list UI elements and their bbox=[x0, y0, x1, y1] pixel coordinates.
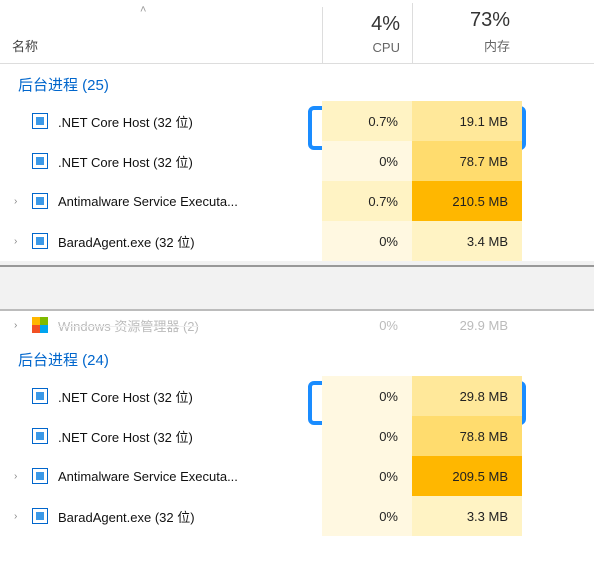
process-cpu-value: 0% bbox=[322, 376, 412, 416]
application-icon bbox=[32, 153, 48, 169]
process-memory-value: 3.4 MB bbox=[412, 221, 522, 261]
expand-icon[interactable]: › bbox=[14, 196, 22, 207]
cpu-total-percent: 4% bbox=[371, 13, 400, 36]
process-section-1: 后台进程 (25) .NET Core Host (32 位) 0.7%19.1 … bbox=[0, 64, 594, 261]
process-cpu-value: 0% bbox=[322, 496, 412, 536]
application-icon bbox=[32, 113, 48, 129]
process-memory-value: 209.5 MB bbox=[412, 456, 522, 496]
process-memory-value: 19.1 MB bbox=[412, 101, 522, 141]
process-name-label: BaradAgent.exe (32 位) bbox=[58, 232, 195, 251]
process-cpu-value: 0% bbox=[322, 416, 412, 456]
process-name-cell: › Antimalware Service Executa... bbox=[0, 468, 322, 484]
process-memory-value: 29.9 MB bbox=[412, 311, 522, 339]
name-column-header[interactable]: 名称 bbox=[0, 36, 322, 63]
process-cpu-value: 0% bbox=[322, 311, 412, 339]
partial-cut-row: › Windows 资源管理器 (2) 0% 29.9 MB bbox=[0, 311, 594, 339]
section-header[interactable]: 后台进程 (24) bbox=[0, 339, 594, 376]
process-memory-value: 3.3 MB bbox=[412, 496, 522, 536]
process-name-cell: › BaradAgent.exe (32 位) bbox=[0, 232, 322, 251]
process-cpu-value: 0% bbox=[322, 456, 412, 496]
process-name-cell: › BaradAgent.exe (32 位) bbox=[0, 507, 322, 526]
process-name-label: Antimalware Service Executa... bbox=[58, 194, 238, 209]
process-memory-value: 78.7 MB bbox=[412, 141, 522, 181]
process-row[interactable]: .NET Core Host (32 位) 0.7%19.1 MB bbox=[0, 101, 594, 141]
process-name-cell: .NET Core Host (32 位) bbox=[0, 152, 322, 171]
process-cpu-value: 0% bbox=[322, 221, 412, 261]
application-icon bbox=[32, 428, 48, 444]
application-icon bbox=[32, 388, 48, 404]
process-name-cell: .NET Core Host (32 位) bbox=[0, 387, 322, 406]
process-name-cell: › Antimalware Service Executa... bbox=[0, 193, 322, 209]
process-row[interactable]: › BaradAgent.exe (32 位) 0%3.4 MB bbox=[0, 221, 594, 261]
process-memory-value: 78.8 MB bbox=[412, 416, 522, 456]
windows-icon bbox=[32, 317, 48, 333]
memory-total-percent: 73% bbox=[470, 9, 510, 32]
screenshot-split-divider bbox=[0, 261, 594, 311]
process-name-label: .NET Core Host (32 位) bbox=[58, 427, 193, 446]
expand-icon[interactable]: › bbox=[14, 236, 22, 247]
process-name-label: .NET Core Host (32 位) bbox=[58, 112, 193, 131]
process-name-label: Windows 资源管理器 (2) bbox=[58, 316, 199, 335]
process-cpu-value: 0% bbox=[322, 141, 412, 181]
process-row[interactable]: › Antimalware Service Executa... 0.7%210.5… bbox=[0, 181, 594, 221]
process-memory-value: 29.8 MB bbox=[412, 376, 522, 416]
process-name-label: Antimalware Service Executa... bbox=[58, 469, 238, 484]
sort-indicator-icon: ˄ bbox=[140, 4, 146, 16]
process-name-label: BaradAgent.exe (32 位) bbox=[58, 507, 195, 526]
column-headers: ˄ 名称 4% CPU 73% 内存 bbox=[0, 0, 594, 64]
expand-icon[interactable]: › bbox=[14, 511, 22, 522]
application-icon bbox=[32, 233, 48, 249]
process-cpu-value: 0.7% bbox=[322, 181, 412, 221]
application-icon bbox=[32, 508, 48, 524]
process-name-label: .NET Core Host (32 位) bbox=[58, 152, 193, 171]
process-cpu-value: 0.7% bbox=[322, 101, 412, 141]
process-row[interactable]: › Antimalware Service Executa... 0%209.5 M… bbox=[0, 456, 594, 496]
process-name-cell: .NET Core Host (32 位) bbox=[0, 427, 322, 446]
name-column-label: 名称 bbox=[12, 36, 38, 55]
section-header[interactable]: 后台进程 (25) bbox=[0, 64, 594, 101]
memory-column-header[interactable]: 73% 内存 bbox=[412, 3, 522, 63]
application-icon bbox=[32, 193, 48, 209]
process-row[interactable]: .NET Core Host (32 位) 0%29.8 MB bbox=[0, 376, 594, 416]
cpu-column-header[interactable]: 4% CPU bbox=[322, 7, 412, 63]
process-row[interactable]: .NET Core Host (32 位) 0%78.8 MB bbox=[0, 416, 594, 456]
process-memory-value: 210.5 MB bbox=[412, 181, 522, 221]
process-row[interactable]: › BaradAgent.exe (32 位) 0%3.3 MB bbox=[0, 496, 594, 536]
cpu-column-label: CPU bbox=[373, 40, 400, 55]
memory-column-label: 内存 bbox=[484, 36, 510, 55]
process-name-label: .NET Core Host (32 位) bbox=[58, 387, 193, 406]
process-section-2: › Windows 资源管理器 (2) 0% 29.9 MB 后台进程 (24)… bbox=[0, 311, 594, 536]
application-icon bbox=[32, 468, 48, 484]
process-row[interactable]: .NET Core Host (32 位) 0%78.7 MB bbox=[0, 141, 594, 181]
expand-icon[interactable]: › bbox=[14, 471, 22, 482]
process-name-cell: .NET Core Host (32 位) bbox=[0, 112, 322, 131]
expand-icon: › bbox=[14, 320, 22, 331]
